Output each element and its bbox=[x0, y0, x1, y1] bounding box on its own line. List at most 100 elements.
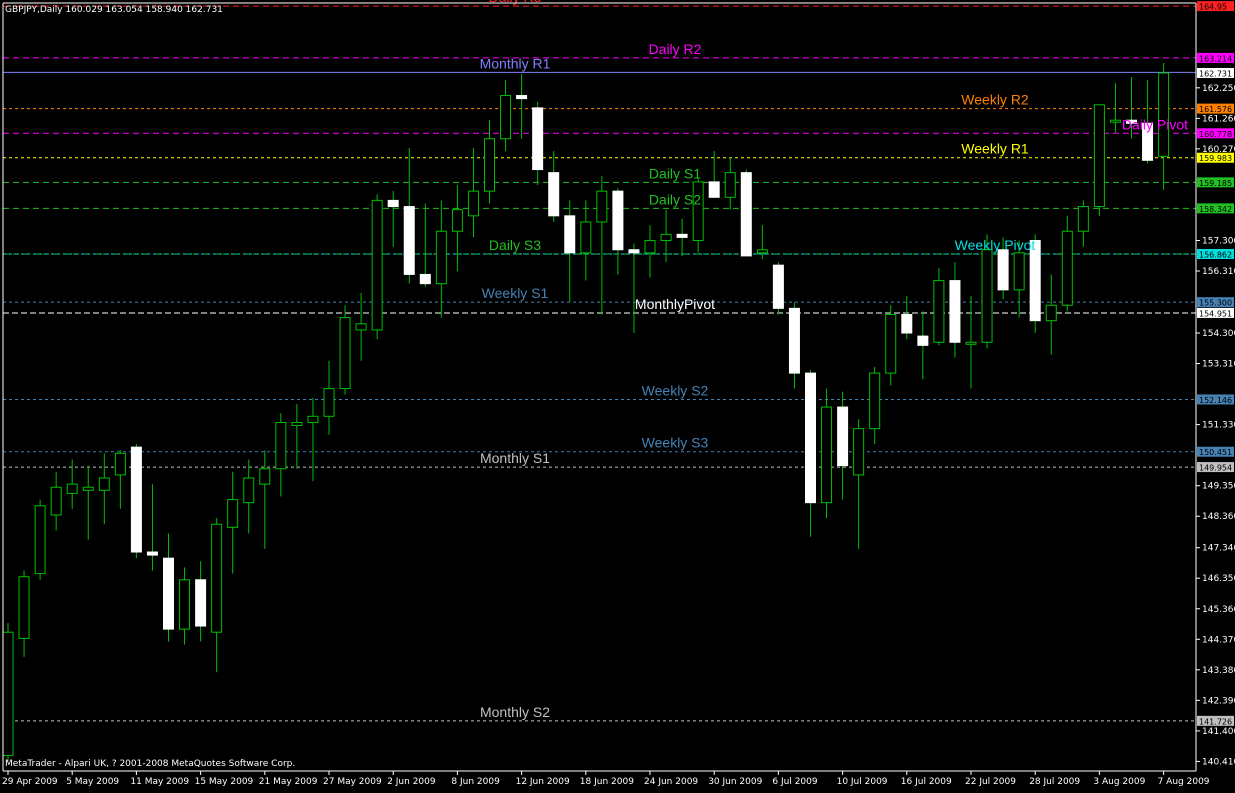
candle-body-15 bbox=[243, 477, 255, 504]
candle-body-9 bbox=[146, 551, 158, 556]
x-tick-label-15: 22 Jul 2009 bbox=[965, 777, 1016, 787]
candle-body-2 bbox=[34, 505, 46, 575]
level-tag-13: 150.451 bbox=[1199, 448, 1232, 457]
level-tag-12: 152.146 bbox=[1199, 396, 1232, 405]
candle-body-67 bbox=[1077, 206, 1089, 232]
y-tick-label-4: 156.310 bbox=[1202, 267, 1235, 277]
level-tag-4: 160.778 bbox=[1199, 130, 1232, 139]
level-tag-1: 163.214 bbox=[1199, 54, 1232, 63]
y-tick-label-7: 151.330 bbox=[1202, 421, 1235, 431]
candle-body-44 bbox=[708, 181, 720, 198]
level-tag-11: 154.951 bbox=[1199, 309, 1232, 318]
y-tick-label-13: 144.370 bbox=[1202, 635, 1235, 645]
candle-body-65 bbox=[1045, 304, 1057, 322]
x-tick-label-5: 27 May 2009 bbox=[323, 777, 382, 787]
y-tick-label-9: 148.360 bbox=[1202, 512, 1235, 522]
symbol-info: GBPJPY,Daily 160.029 163.054 158.940 162… bbox=[5, 5, 223, 15]
level-tag-15: 141.726 bbox=[1199, 717, 1232, 726]
candle-body-59 bbox=[949, 280, 961, 343]
x-tick-label-13: 10 Jul 2009 bbox=[837, 777, 888, 787]
candle-body-38 bbox=[612, 190, 624, 251]
y-tick-label-17: 140.410 bbox=[1202, 757, 1235, 767]
candle-body-31 bbox=[500, 95, 512, 140]
x-tick-label-6: 2 Jun 2009 bbox=[387, 777, 436, 787]
x-tick-label-2: 11 May 2009 bbox=[130, 777, 189, 787]
level-tag-6: 159.185 bbox=[1199, 179, 1232, 188]
candle-body-55 bbox=[885, 314, 897, 374]
candle-body-69 bbox=[1109, 119, 1121, 123]
candle-body-34 bbox=[548, 172, 560, 217]
level-label-11: MonthlyPivot bbox=[635, 296, 715, 312]
candle-body-10 bbox=[163, 557, 174, 630]
x-tick-label-16: 28 Jul 2009 bbox=[1029, 777, 1080, 787]
x-tick-label-17: 3 Aug 2009 bbox=[1093, 777, 1145, 787]
level-tag-3: 161.576 bbox=[1199, 105, 1232, 114]
candle-body-16 bbox=[259, 468, 271, 485]
y-tick-label-15: 142.390 bbox=[1202, 696, 1235, 706]
candle-body-42 bbox=[676, 233, 688, 238]
candle-body-17 bbox=[275, 421, 287, 470]
x-tick-label-10: 24 Jun 2009 bbox=[644, 777, 698, 787]
candle-body-36 bbox=[580, 221, 592, 254]
candle-body-33 bbox=[532, 107, 544, 171]
level-tag-14: 149.954 bbox=[1199, 464, 1232, 473]
candle-body-4 bbox=[66, 483, 78, 494]
candle-body-45 bbox=[724, 172, 736, 198]
candle-body-48 bbox=[772, 264, 784, 309]
candle-body-23 bbox=[371, 199, 383, 331]
candle-body-62 bbox=[997, 249, 1009, 291]
level-label-13: Weekly S3 bbox=[642, 435, 709, 451]
y-tick-label-1: 161.260 bbox=[1202, 114, 1235, 124]
x-tick-label-7: 8 Jun 2009 bbox=[451, 777, 500, 787]
chart-window[interactable]: Daily R3Daily R2Monthly R1Weekly R2Daily… bbox=[0, 0, 1235, 788]
chart-background bbox=[0, 0, 1235, 788]
level-tag-5: 159.983 bbox=[1199, 154, 1232, 163]
candle-body-49 bbox=[788, 307, 800, 374]
level-label-3: Weekly R2 bbox=[961, 92, 1029, 108]
candle-body-54 bbox=[869, 372, 881, 430]
candle-body-25 bbox=[403, 206, 415, 275]
level-tag-0: 164.95 bbox=[1199, 3, 1227, 12]
level-tag-10: 155.300 bbox=[1199, 299, 1232, 308]
y-tick-label-14: 143.380 bbox=[1202, 666, 1235, 676]
candle-body-41 bbox=[660, 233, 672, 241]
candle-body-35 bbox=[564, 215, 576, 254]
candle-body-72 bbox=[1158, 72, 1170, 157]
candle-body-3 bbox=[50, 486, 62, 516]
y-tick-label-11: 146.350 bbox=[1202, 574, 1235, 584]
candle-body-63 bbox=[1013, 252, 1025, 291]
level-label-15: Monthly S2 bbox=[480, 704, 550, 720]
y-tick-label-6: 153.310 bbox=[1202, 360, 1235, 370]
candle-body-8 bbox=[130, 446, 142, 553]
x-tick-label-12: 6 Jul 2009 bbox=[772, 777, 817, 787]
candle-body-57 bbox=[917, 335, 929, 346]
candle-body-5 bbox=[82, 486, 94, 491]
level-label-10: Weekly S1 bbox=[482, 285, 549, 301]
x-tick-label-1: 5 May 2009 bbox=[66, 777, 119, 787]
candle-body-46 bbox=[740, 172, 752, 257]
x-tick-label-9: 18 Jun 2009 bbox=[580, 777, 634, 787]
candle-body-21 bbox=[339, 317, 351, 390]
level-label-9: Weekly Pivot bbox=[955, 237, 1036, 253]
candle-body-6 bbox=[98, 477, 110, 491]
x-tick-label-3: 15 May 2009 bbox=[195, 777, 254, 787]
level-label-1: Daily R2 bbox=[649, 41, 702, 57]
candle-body-18 bbox=[291, 421, 303, 427]
candle-body-29 bbox=[467, 190, 479, 217]
candle-body-39 bbox=[628, 249, 640, 254]
candle-body-7 bbox=[114, 452, 126, 476]
level-label-4: Daily Pivot bbox=[1122, 116, 1188, 132]
level-tag-9: 156.862 bbox=[1199, 251, 1232, 260]
candlestick-chart: Daily R3Daily R2Monthly R1Weekly R2Daily… bbox=[0, 0, 1235, 788]
candle-body-14 bbox=[227, 499, 239, 528]
candle-body-20 bbox=[323, 388, 335, 417]
candle-body-66 bbox=[1061, 230, 1073, 306]
x-tick-label-11: 30 Jun 2009 bbox=[708, 777, 762, 787]
level-label-12: Weekly S2 bbox=[642, 382, 709, 398]
x-tick-label-18: 7 Aug 2009 bbox=[1158, 777, 1210, 787]
y-tick-label-3: 157.300 bbox=[1202, 236, 1235, 246]
candle-body-28 bbox=[451, 209, 463, 232]
level-label-14: Monthly S1 bbox=[480, 450, 550, 466]
level-label-6: Daily S1 bbox=[649, 165, 701, 181]
x-tick-label-0: 29 Apr 2009 bbox=[2, 777, 58, 787]
